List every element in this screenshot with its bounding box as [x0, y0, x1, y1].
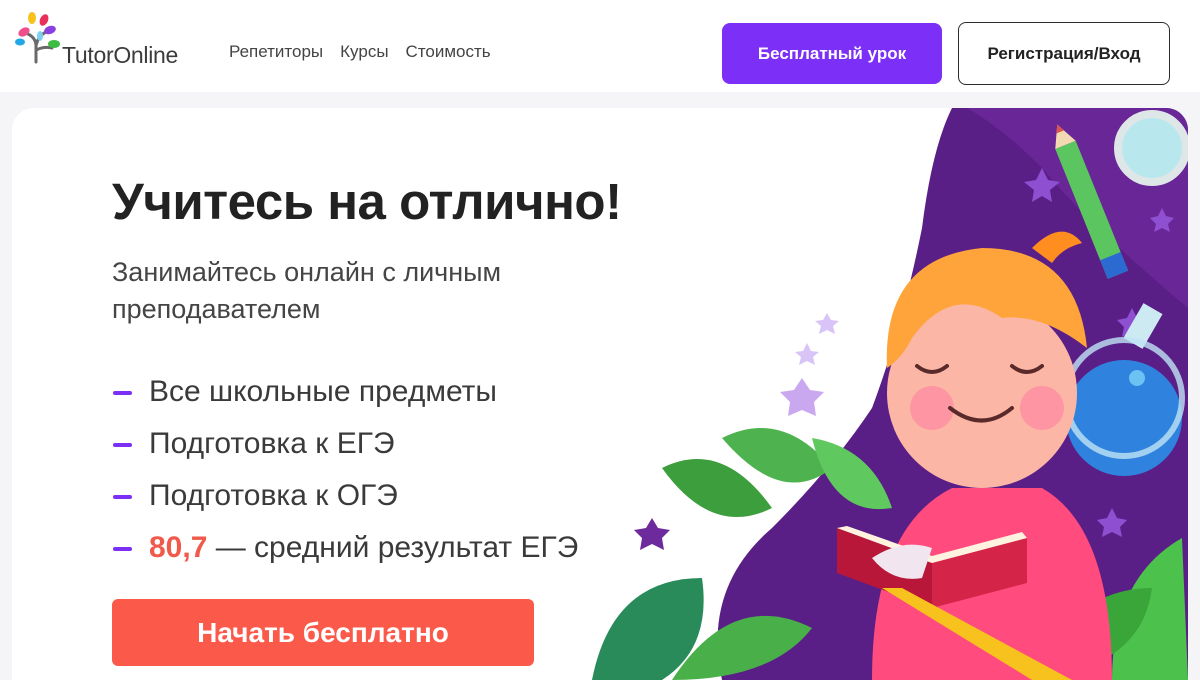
logo-text[interactable]: TutorOnline	[62, 42, 178, 69]
features-list: Все школьные предметы Подготовка к ЕГЭ П…	[112, 372, 578, 580]
feature-label: Подготовка к ОГЭ	[149, 479, 398, 512]
nav-item-tutors[interactable]: Репетиторы	[229, 42, 323, 62]
hero-title: Учитесь на отлично!	[112, 173, 622, 230]
free-lesson-button[interactable]: Бесплатный урок	[722, 23, 942, 84]
feature-item-score: 80,7 — средний результат ЕГЭ	[112, 528, 578, 580]
dash-icon	[113, 495, 132, 499]
feature-label: Подготовка к ЕГЭ	[149, 427, 395, 460]
site-header: TutorOnline Репетиторы Курсы Стоимость Б…	[0, 0, 1200, 92]
nav-item-courses[interactable]: Курсы	[340, 42, 388, 62]
login-button[interactable]: Регистрация/Вход	[958, 22, 1170, 85]
hero-subtitle: Занимайтесь онлайн с личным преподавател…	[112, 257, 502, 324]
magnifier-icon	[1114, 110, 1188, 186]
dash-icon	[113, 391, 132, 395]
feature-item: Подготовка к ЕГЭ	[112, 424, 578, 476]
nav-item-pricing[interactable]: Стоимость	[406, 42, 491, 62]
dash-icon	[113, 443, 132, 447]
start-free-button[interactable]: Начать бесплатно	[112, 599, 534, 666]
hero-section: Учитесь на отлично! Занимайтесь онлайн с…	[12, 108, 1188, 680]
feature-item: Все школьные предметы	[112, 372, 578, 424]
score-label: — средний результат ЕГЭ	[207, 531, 579, 564]
boy-reading-book-illustration	[592, 108, 1188, 680]
feature-label: Все школьные предметы	[149, 375, 497, 408]
average-score: 80,7	[149, 531, 208, 564]
dash-icon	[113, 547, 132, 551]
feature-item: Подготовка к ОГЭ	[112, 476, 578, 528]
main-nav: Репетиторы Курсы Стоимость	[229, 42, 491, 62]
